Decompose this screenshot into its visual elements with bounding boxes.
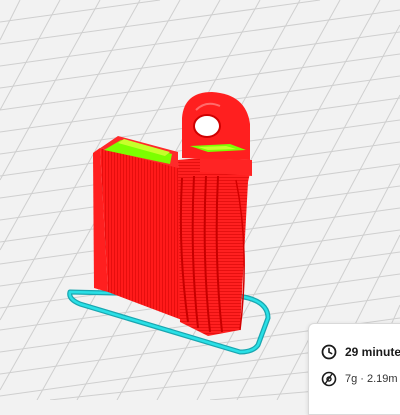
filament-spool-icon <box>321 371 337 387</box>
clock-icon <box>321 344 337 360</box>
sliced-model <box>93 92 252 336</box>
print-time-label: 29 minute <box>345 345 400 359</box>
print-time-row: 29 minute <box>321 344 400 360</box>
print-summary-panel[interactable]: 29 minute 7g · 2.19m · <box>308 323 400 415</box>
material-usage-label: 7g · 2.19m · <box>345 373 400 385</box>
material-usage-row: 7g · 2.19m · <box>321 371 400 387</box>
